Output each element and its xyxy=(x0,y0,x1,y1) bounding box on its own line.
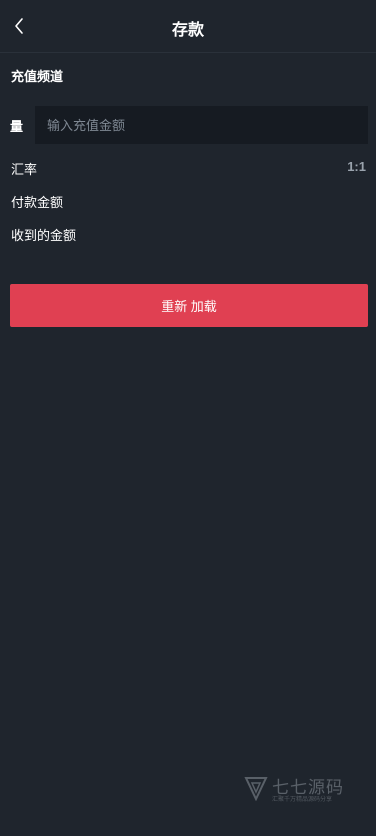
received-amount-label: 收到的金额 xyxy=(11,228,77,243)
watermark: 七七源码 汇聚千万精品源码分享 xyxy=(244,773,364,803)
reload-button[interactable]: 重新 加载 xyxy=(10,284,368,327)
amount-input[interactable] xyxy=(35,106,368,144)
watermark-subtitle: 汇聚千万精品源码分享 xyxy=(272,797,333,803)
header-bar: 存款 xyxy=(0,0,376,53)
exchange-rate-label: 汇率 xyxy=(11,162,38,177)
recharge-channel-heading: 充值频道 xyxy=(11,69,64,84)
page-title: 存款 xyxy=(171,22,204,39)
exchange-rate-value: 1:1 xyxy=(347,159,366,174)
watermark-logo-icon xyxy=(244,777,268,801)
payment-amount-label: 付款金额 xyxy=(11,195,64,210)
amount-label: 量 xyxy=(10,119,24,134)
